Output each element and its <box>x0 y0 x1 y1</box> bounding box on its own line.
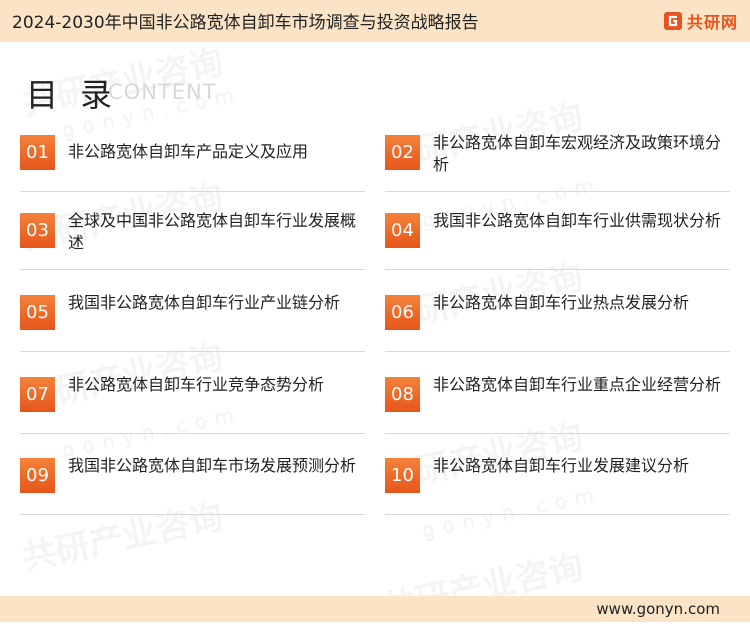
toc-title: 非公路宽体自卸车行业热点发展分析 <box>433 293 690 312</box>
divider <box>385 351 730 352</box>
toc-item[interactable]: 05 我国非公路宽体自卸车行业产业链分析 <box>20 293 365 365</box>
divider <box>20 433 365 434</box>
toc-number: 10 <box>385 458 420 493</box>
toc-number: 01 <box>20 135 55 170</box>
toc-title: 全球及中国非公路宽体自卸车行业发展概述 <box>68 211 357 252</box>
toc-item[interactable]: 06 非公路宽体自卸车行业热点发展分析 <box>385 293 730 365</box>
toc-item[interactable]: 02 非公路宽体自卸车宏观经济及政策环境分析 <box>385 133 730 205</box>
toc-title: 非公路宽体自卸车行业发展建议分析 <box>433 456 690 475</box>
toc-title: 非公路宽体自卸车行业重点企业经营分析 <box>433 375 722 394</box>
toc-item[interactable]: 04 我国非公路宽体自卸车行业供需现状分析 <box>385 211 730 283</box>
toc-number: 07 <box>20 377 55 412</box>
toc-item[interactable]: 08 非公路宽体自卸车行业重点企业经营分析 <box>385 375 730 447</box>
divider <box>385 191 730 192</box>
toc-title: 非公路宽体自卸车产品定义及应用 <box>68 142 309 161</box>
toc-title: 我国非公路宽体自卸车市场发展预测分析 <box>68 456 357 475</box>
footer-url: www.gonyn.com <box>596 600 720 618</box>
toc-number: 03 <box>20 213 55 248</box>
toc-number: 06 <box>385 295 420 330</box>
toc-number: 04 <box>385 213 420 248</box>
report-title: 2024-2030年中国非公路宽体自卸车市场调查与投资战略报告 <box>12 13 479 33</box>
footer-bar: www.gonyn.com <box>0 596 750 622</box>
toc-item[interactable]: 01 非公路宽体自卸车产品定义及应用 <box>20 135 365 205</box>
page-subtitle: CONTENT <box>108 80 217 104</box>
toc-item[interactable]: 03 全球及中国非公路宽体自卸车行业发展概述 <box>20 211 365 283</box>
divider <box>385 269 730 270</box>
toc-item[interactable]: 07 非公路宽体自卸车行业竞争态势分析 <box>20 375 365 447</box>
toc-number: 09 <box>20 458 55 493</box>
gonyn-logo-icon <box>663 12 682 30</box>
toc-item[interactable]: 09 我国非公路宽体自卸车市场发展预测分析 <box>20 456 365 528</box>
toc-number: 02 <box>385 135 420 170</box>
toc-number: 08 <box>385 377 420 412</box>
toc-title: 我国非公路宽体自卸车行业供需现状分析 <box>433 211 722 230</box>
toc-item[interactable]: 10 非公路宽体自卸车行业发展建议分析 <box>385 456 730 528</box>
toc-title: 非公路宽体自卸车宏观经济及政策环境分析 <box>433 133 722 174</box>
divider <box>20 191 365 192</box>
divider <box>20 351 365 352</box>
toc-number: 05 <box>20 295 55 330</box>
divider <box>20 514 365 515</box>
brand-name: 共研网 <box>686 13 738 32</box>
header-bar: 2024-2030年中国非公路宽体自卸车市场调查与投资战略报告 共研网 <box>0 0 750 42</box>
brand-logo: 共研网 <box>663 9 738 33</box>
toc-title: 我国非公路宽体自卸车行业产业链分析 <box>68 293 341 312</box>
page-title: 目 录 <box>26 76 119 114</box>
divider <box>20 269 365 270</box>
toc-title: 非公路宽体自卸车行业竞争态势分析 <box>68 375 325 394</box>
divider <box>385 433 730 434</box>
divider <box>385 514 730 515</box>
